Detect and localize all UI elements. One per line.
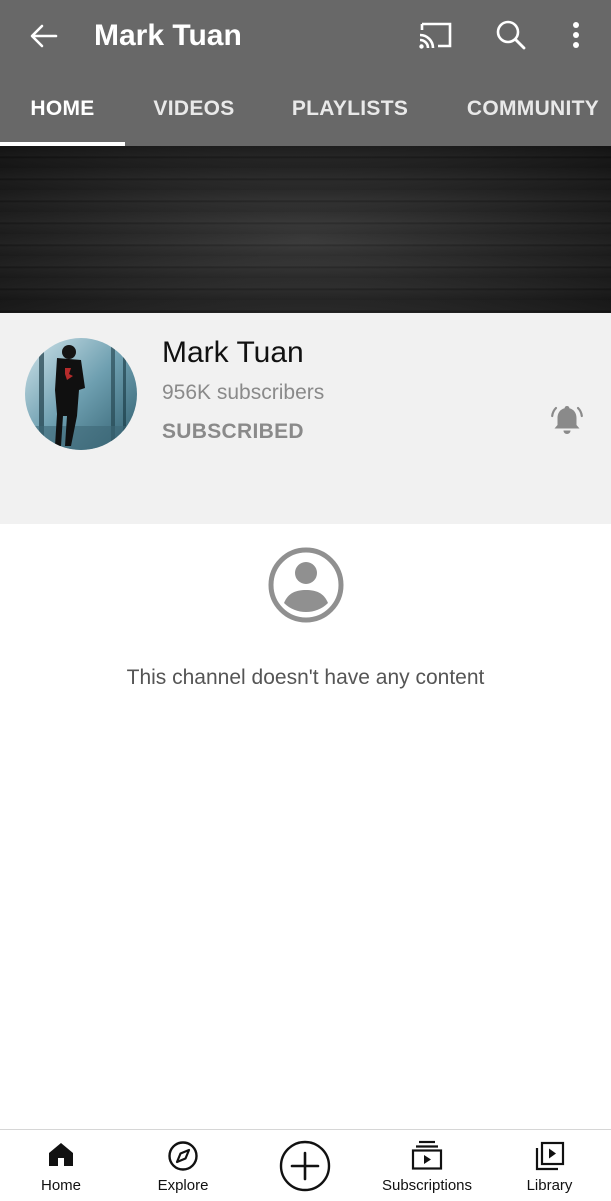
channel-name: Mark Tuan [162,336,304,369]
nav-explore-label: Explore [157,1177,209,1194]
nav-create[interactable] [244,1130,366,1201]
tab-community[interactable]: COMMUNITY [460,72,606,146]
nav-subscriptions[interactable]: Subscriptions [366,1130,488,1201]
tab-home[interactable]: HOME [0,72,125,146]
tab-playlists[interactable]: PLAYLISTS [280,72,420,146]
bottom-navigation: Home Explore Subscriptions Library [0,1129,611,1201]
channel-header: Mark Tuan 956K subscribers SUBSCRIBED [0,313,611,524]
back-arrow-icon[interactable] [26,18,62,54]
subscriber-count: 956K subscribers [162,381,325,404]
top-app-bar: Mark Tuan HOME VIDEOS PLAYLISTS COMMUNIT… [0,0,611,146]
create-plus-icon [279,1140,331,1192]
subscriptions-icon [411,1140,443,1170]
more-vert-icon[interactable] [564,17,588,53]
explore-compass-icon [168,1141,198,1171]
channel-tabs: HOME VIDEOS PLAYLISTS COMMUNITY [0,72,611,146]
empty-state-message: This channel doesn't have any content [126,666,485,689]
library-icon [535,1141,564,1171]
nav-home[interactable]: Home [0,1130,122,1201]
channel-banner [0,146,611,313]
nav-library[interactable]: Library [488,1130,611,1201]
page-title: Mark Tuan [94,19,242,52]
subscribe-button[interactable]: SUBSCRIBED [162,419,304,445]
account-circle-icon [268,547,344,623]
nav-subscriptions-label: Subscriptions [381,1177,473,1194]
nav-library-label: Library [526,1177,573,1194]
nav-home-label: Home [40,1177,82,1194]
avatar[interactable] [25,338,137,450]
cast-icon[interactable] [416,18,454,52]
tab-videos[interactable]: VIDEOS [130,72,258,146]
avatar-image [25,338,137,450]
home-icon [49,1143,73,1166]
search-icon[interactable] [493,17,529,53]
banner-shade [0,146,611,313]
bell-icon[interactable] [549,402,585,438]
nav-explore[interactable]: Explore [122,1130,244,1201]
